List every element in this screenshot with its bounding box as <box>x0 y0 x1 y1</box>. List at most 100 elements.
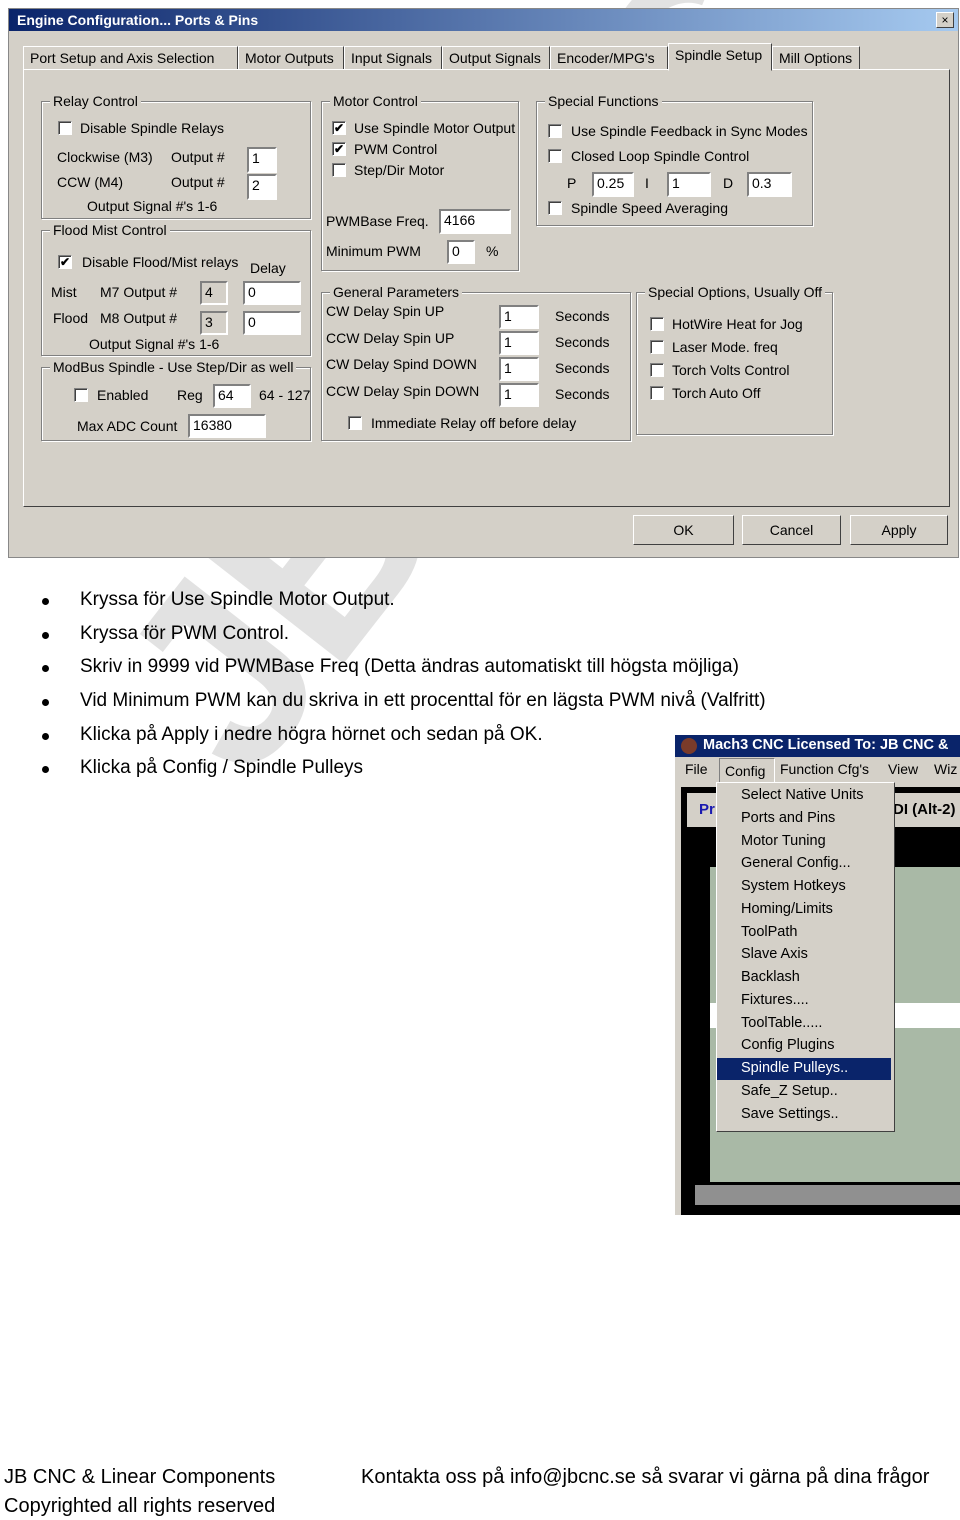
label: CCW (M4) <box>57 174 124 190</box>
menu-view[interactable]: View <box>888 761 918 777</box>
modbus-enabled-checkbox[interactable] <box>74 388 88 402</box>
ok-button[interactable]: OK <box>633 515 734 545</box>
tab-port-setup[interactable]: Port Setup and Axis Selection <box>23 46 238 70</box>
label: CW Delay Spin UP <box>326 303 445 319</box>
cw-spin-down-field[interactable]: 1 <box>499 357 539 381</box>
spindle-feedback-checkbox[interactable] <box>548 124 562 138</box>
tab-mill-options[interactable]: Mill Options <box>772 46 860 70</box>
label: Torch Auto Off <box>672 385 761 401</box>
mist-delay-field[interactable]: 0 <box>243 281 301 305</box>
label: Disable Flood/Mist relays <box>82 254 239 270</box>
special-functions-group: Special Functions Use Spindle Feedback i… <box>536 93 813 226</box>
cw-output-field[interactable]: 1 <box>247 147 277 173</box>
group-title: Relay Control <box>50 93 141 109</box>
d-field[interactable]: 0.3 <box>747 172 792 197</box>
ccw-spin-up-field[interactable]: 1 <box>499 331 539 355</box>
menu-item-backlash[interactable]: Backlash <box>717 967 891 989</box>
mach3-bottom-bar <box>695 1185 960 1205</box>
ccw-output-field[interactable]: 2 <box>247 174 277 200</box>
label: PWM Control <box>354 141 438 157</box>
menu-config[interactable]: Config <box>719 758 775 784</box>
engine-config-dialog: Engine Configuration... Ports & Pins × P… <box>8 8 959 558</box>
label: Output # <box>171 149 225 165</box>
label: Max ADC Count <box>77 418 178 434</box>
label: Torch Volts Control <box>672 362 790 378</box>
menu-item-safe-z-setup[interactable]: Safe_Z Setup.. <box>717 1081 891 1103</box>
label: HotWire Heat for Jog <box>672 316 803 332</box>
menu-item-config-plugins[interactable]: Config Plugins <box>717 1035 891 1057</box>
disable-flood-mist-checkbox[interactable]: ✔ <box>58 255 72 269</box>
flood-output-field[interactable]: 3 <box>200 311 228 335</box>
menu-item-tooltable[interactable]: ToolTable..... <box>717 1013 891 1035</box>
general-parameters-group: General Parameters CW Delay Spin UP 1 Se… <box>321 284 631 441</box>
label: CW Delay Spind DOWN <box>326 356 477 372</box>
torch-volts-checkbox[interactable] <box>650 363 664 377</box>
menu-item-spindle-pulleys[interactable]: Spindle Pulleys.. <box>717 1058 891 1080</box>
label: Output Signal #'s 1-6 <box>87 198 218 214</box>
group-title: Flood Mist Control <box>50 222 170 238</box>
p-field[interactable]: 0.25 <box>592 172 634 197</box>
label: Disable Spindle Relays <box>80 120 224 136</box>
close-icon[interactable]: × <box>936 12 954 28</box>
step-dir-checkbox[interactable] <box>332 163 346 177</box>
apply-button[interactable]: Apply <box>850 515 948 545</box>
menu-file[interactable]: File <box>685 761 708 777</box>
label: Immediate Relay off before delay <box>371 415 577 431</box>
mach3-title: Mach3 CNC Licensed To: JB CNC & <box>675 735 960 757</box>
speed-averaging-checkbox[interactable] <box>548 201 562 215</box>
label: Step/Dir Motor <box>354 162 445 178</box>
reg-field[interactable]: 64 <box>213 384 251 408</box>
mach3-config-menu-screenshot: Mach3 CNC Licensed To: JB CNC & File Con… <box>675 735 960 1215</box>
menu-item-homing-limits[interactable]: Homing/Limits <box>717 899 891 921</box>
tab-program-run[interactable]: Pr <box>699 801 715 818</box>
menu-item-system-hotkeys[interactable]: System Hotkeys <box>717 876 891 898</box>
cw-spin-up-field[interactable]: 1 <box>499 305 539 329</box>
mist-output-field[interactable]: 4 <box>200 281 228 305</box>
label: Closed Loop Spindle Control <box>571 148 750 164</box>
tab-spindle-setup[interactable]: Spindle Setup <box>668 43 772 71</box>
max-adc-field[interactable]: 16380 <box>188 414 266 438</box>
label: Minimum PWM <box>326 243 421 259</box>
footer-contact: Kontakta oss på info@jbcnc.se så svarar … <box>361 1466 930 1488</box>
tab-output-signals[interactable]: Output Signals <box>442 46 550 70</box>
cancel-button[interactable]: Cancel <box>742 515 841 545</box>
menu-item-slave-axis[interactable]: Slave Axis <box>717 944 891 966</box>
menu-item-fixtures[interactable]: Fixtures.... <box>717 990 891 1012</box>
closed-loop-checkbox[interactable] <box>548 149 562 163</box>
flood-delay-field[interactable]: 0 <box>243 311 301 335</box>
disable-spindle-relays-checkbox[interactable] <box>58 121 72 135</box>
label: M7 Output # <box>100 284 178 300</box>
tab-input-signals[interactable]: Input Signals <box>344 46 442 70</box>
modbus-spindle-group: ModBus Spindle - Use Step/Dir as well En… <box>41 359 311 441</box>
laser-mode-checkbox[interactable] <box>650 340 664 354</box>
tab-encoder-mpg[interactable]: Encoder/MPG's <box>550 46 668 70</box>
minimum-pwm-field[interactable]: 0 <box>447 240 475 264</box>
menu-item-toolpath[interactable]: ToolPath <box>717 922 891 944</box>
ccw-spin-down-field[interactable]: 1 <box>499 383 539 407</box>
label: Seconds <box>555 360 610 376</box>
tab-mdi[interactable]: DI (Alt-2) <box>893 801 956 818</box>
tab-motor-outputs[interactable]: Motor Outputs <box>238 46 344 70</box>
label: Seconds <box>555 386 610 402</box>
i-field[interactable]: 1 <box>667 172 711 197</box>
menu-item-save-settings[interactable]: Save Settings.. <box>717 1104 891 1126</box>
menu-item-select-native-units[interactable]: Select Native Units <box>717 785 891 807</box>
pwm-base-freq-field[interactable]: 4166 <box>439 209 511 234</box>
label: 64 - 127 <box>259 387 311 403</box>
menu-wizard[interactable]: Wiz <box>934 761 957 777</box>
use-spindle-motor-checkbox[interactable]: ✔ <box>332 121 346 135</box>
pwm-control-checkbox[interactable]: ✔ <box>332 142 346 156</box>
menu-item-general-config[interactable]: General Config... <box>717 853 891 875</box>
menu-item-ports-and-pins[interactable]: Ports and Pins <box>717 808 891 830</box>
immediate-relay-checkbox[interactable] <box>348 416 362 430</box>
group-title: ModBus Spindle - Use Step/Dir as well <box>50 359 297 375</box>
group-title: Special Options, Usually Off <box>645 284 826 300</box>
menu-item-motor-tuning[interactable]: Motor Tuning <box>717 831 891 853</box>
group-title: General Parameters <box>330 284 463 300</box>
menu-function-cfgs[interactable]: Function Cfg's <box>780 761 869 777</box>
relay-control-group: Relay Control Disable Spindle Relays Clo… <box>41 93 311 219</box>
torch-auto-off-checkbox[interactable] <box>650 386 664 400</box>
label: CCW Delay Spin DOWN <box>326 383 480 399</box>
label: Delay <box>250 260 286 276</box>
hotwire-checkbox[interactable] <box>650 317 664 331</box>
